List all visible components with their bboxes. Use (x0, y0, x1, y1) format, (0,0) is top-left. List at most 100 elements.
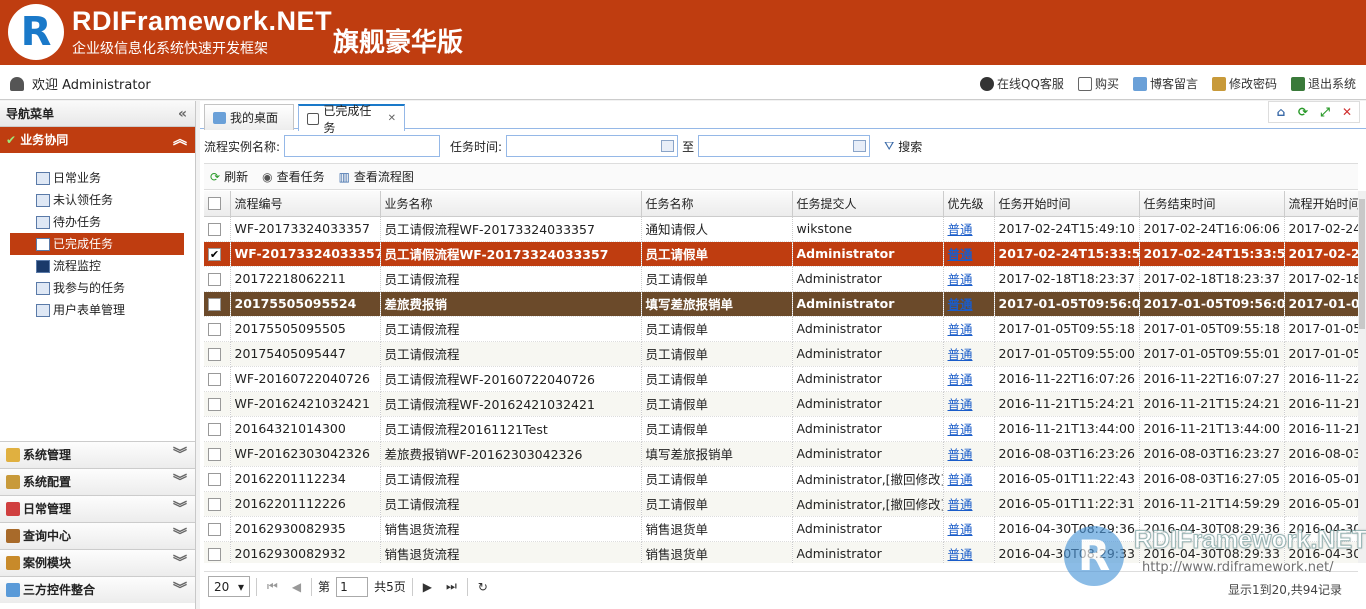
start-date-input[interactable] (506, 135, 679, 157)
sidebar-item-todo[interactable]: 待办任务 (10, 211, 184, 233)
view-flowchart-button[interactable]: ▥ 查看流程图 (339, 168, 414, 185)
sidebar-item-daily[interactable]: 日常业务 (10, 167, 184, 189)
table-row[interactable]: 20175505095524 差旅费报销 填写差旅报销单 Administrator 普… (204, 291, 1358, 317)
row-checkbox-cell[interactable] (204, 516, 231, 542)
prev-page-icon[interactable]: ◀ (288, 580, 305, 594)
select-all-cell[interactable] (204, 191, 231, 217)
sidebar-item-unclaimed[interactable]: 未认领任务 (10, 189, 184, 211)
fullscreen-icon[interactable]: ⤢ (1317, 104, 1333, 120)
column-header[interactable]: 任务结束时间 (1139, 191, 1285, 217)
checkbox-icon[interactable] (208, 398, 221, 411)
checkbox-icon[interactable] (208, 523, 221, 536)
row-checkbox-cell[interactable] (204, 391, 231, 417)
sidebar-item-completed[interactable]: 已完成任务 (10, 233, 184, 255)
home-icon[interactable]: ⌂ (1273, 104, 1289, 120)
change-password-link[interactable]: 修改密码 (1211, 75, 1277, 92)
sidebar-item-monitor[interactable]: 流程监控 (10, 255, 184, 277)
table-row[interactable]: WF-20173324033357 员工请假流程WF-20173324033357… (204, 216, 1358, 242)
blog-link[interactable]: 博客留言 (1132, 75, 1198, 92)
buy-link[interactable]: 购买 (1077, 75, 1119, 92)
table-cell[interactable]: 普通 (943, 366, 995, 392)
table-row[interactable]: 20175405095447 员工请假流程 员工请假单 Administrator 普通… (204, 341, 1358, 367)
table-cell[interactable]: 普通 (943, 391, 995, 417)
checkbox-icon[interactable] (208, 373, 221, 386)
checkbox-icon[interactable] (208, 323, 221, 336)
checkbox-icon[interactable] (208, 197, 221, 211)
end-date-input[interactable] (698, 135, 871, 157)
row-checkbox-cell[interactable] (204, 366, 231, 392)
logout-link[interactable]: 退出系统 (1290, 75, 1356, 92)
checkbox-icon[interactable] (208, 448, 221, 461)
checkbox-icon[interactable] (208, 273, 221, 286)
section-system-management[interactable]: 系统管理 ︾ (0, 441, 195, 468)
close-all-icon[interactable]: ✕ (1339, 104, 1355, 120)
reload-icon[interactable]: ↻ (474, 580, 492, 594)
checkbox-icon[interactable]: ✔ (208, 248, 221, 261)
column-header[interactable]: 业务名称 (380, 191, 642, 217)
page-size-select[interactable]: 20 ▾ (208, 576, 250, 597)
column-header[interactable]: 任务名称 (641, 191, 793, 217)
column-header[interactable]: 优先级 (943, 191, 995, 217)
grid-scrollbar[interactable] (1358, 191, 1366, 563)
checkbox-icon[interactable] (208, 473, 221, 486)
last-page-icon[interactable]: ⏭ (442, 579, 461, 594)
column-header[interactable]: 任务提交人 (792, 191, 944, 217)
table-cell[interactable]: 普通 (943, 241, 995, 267)
section-case-module[interactable]: 案例模块 ︾ (0, 549, 195, 576)
sidebar-item-user-forms[interactable]: 用户表单管理 (10, 299, 184, 321)
checkbox-icon[interactable] (208, 498, 221, 511)
checkbox-icon[interactable] (208, 423, 221, 436)
table-row[interactable]: WF-20162303042326 差旅费报销WF-20162303042326 填… (204, 441, 1358, 467)
table-cell[interactable]: 普通 (943, 316, 995, 342)
checkbox-icon[interactable] (208, 548, 221, 561)
column-header[interactable]: 流程开始时间 (1284, 191, 1358, 217)
row-checkbox-cell[interactable] (204, 216, 231, 242)
row-checkbox-cell[interactable] (204, 541, 231, 563)
table-row[interactable]: 20172218062211 员工请假流程 员工请假单 Administrator 普通… (204, 266, 1358, 292)
row-checkbox-cell[interactable] (204, 266, 231, 292)
refresh-button[interactable]: ⟳ 刷新 (210, 168, 248, 185)
chevron-up-icon[interactable]: ︽ (173, 127, 187, 153)
table-row[interactable]: 20175505095505 员工请假流程 员工请假单 Administrator 普通… (204, 316, 1358, 342)
table-cell[interactable]: 普通 (943, 341, 995, 367)
table-cell[interactable]: 普通 (943, 216, 995, 242)
section-business[interactable]: ✔ 业务协同 ︽ (0, 127, 195, 153)
row-checkbox-cell[interactable] (204, 291, 231, 317)
section-daily-management[interactable]: 日常管理 ︾ (0, 495, 195, 522)
section-third-party[interactable]: 三方控件整合 ︾ (0, 576, 195, 603)
search-button[interactable]: ⛛ 搜索 (884, 138, 922, 155)
row-checkbox-cell[interactable] (204, 491, 231, 517)
row-checkbox-cell[interactable] (204, 466, 231, 492)
table-row[interactable]: 20162201112226 员工请假流程 员工请假单 Administrator,[… (204, 491, 1358, 517)
collapse-left-icon[interactable]: « (178, 101, 187, 127)
view-task-button[interactable]: ◉ 查看任务 (262, 168, 325, 185)
tab-completed-tasks[interactable]: 已完成任务 ✕ (298, 104, 405, 135)
table-cell[interactable]: 普通 (943, 466, 995, 492)
table-cell[interactable]: 普通 (943, 516, 995, 542)
table-row[interactable]: 20164321014300 员工请假流程20161121Test 员工请假单 Adm… (204, 416, 1358, 442)
table-cell[interactable]: 普通 (943, 541, 995, 563)
checkbox-icon[interactable] (208, 348, 221, 361)
qq-service-link[interactable]: 在线QQ客服 (980, 75, 1064, 92)
page-input[interactable]: 1 (336, 576, 369, 597)
row-checkbox-cell[interactable] (204, 441, 231, 467)
row-checkbox-cell[interactable] (204, 316, 231, 342)
table-cell[interactable]: 普通 (943, 266, 995, 292)
table-row[interactable]: WF-20162421032421 员工请假流程WF-20162421032421… (204, 391, 1358, 417)
scrollbar-thumb[interactable] (1359, 199, 1365, 329)
checkbox-icon[interactable] (208, 223, 221, 236)
table-row[interactable]: WF-20160722040726 员工请假流程WF-20160722040726… (204, 366, 1358, 392)
row-checkbox-cell[interactable] (204, 416, 231, 442)
refresh-icon[interactable]: ⟳ (1295, 104, 1311, 120)
column-header[interactable]: 流程编号 (230, 191, 381, 217)
calendar-icon[interactable] (853, 140, 867, 152)
next-page-icon[interactable]: ▶ (419, 580, 436, 594)
table-cell[interactable]: 普通 (943, 416, 995, 442)
table-cell[interactable]: 普通 (943, 291, 995, 317)
instance-name-input[interactable] (284, 135, 441, 157)
close-icon[interactable]: ✕ (388, 113, 396, 124)
row-checkbox-cell[interactable]: ✔ (204, 241, 231, 267)
table-cell[interactable]: 普通 (943, 441, 995, 467)
table-row[interactable]: 20162201112234 员工请假流程 员工请假单 Administrator,[… (204, 466, 1358, 492)
calendar-icon[interactable] (661, 140, 675, 152)
